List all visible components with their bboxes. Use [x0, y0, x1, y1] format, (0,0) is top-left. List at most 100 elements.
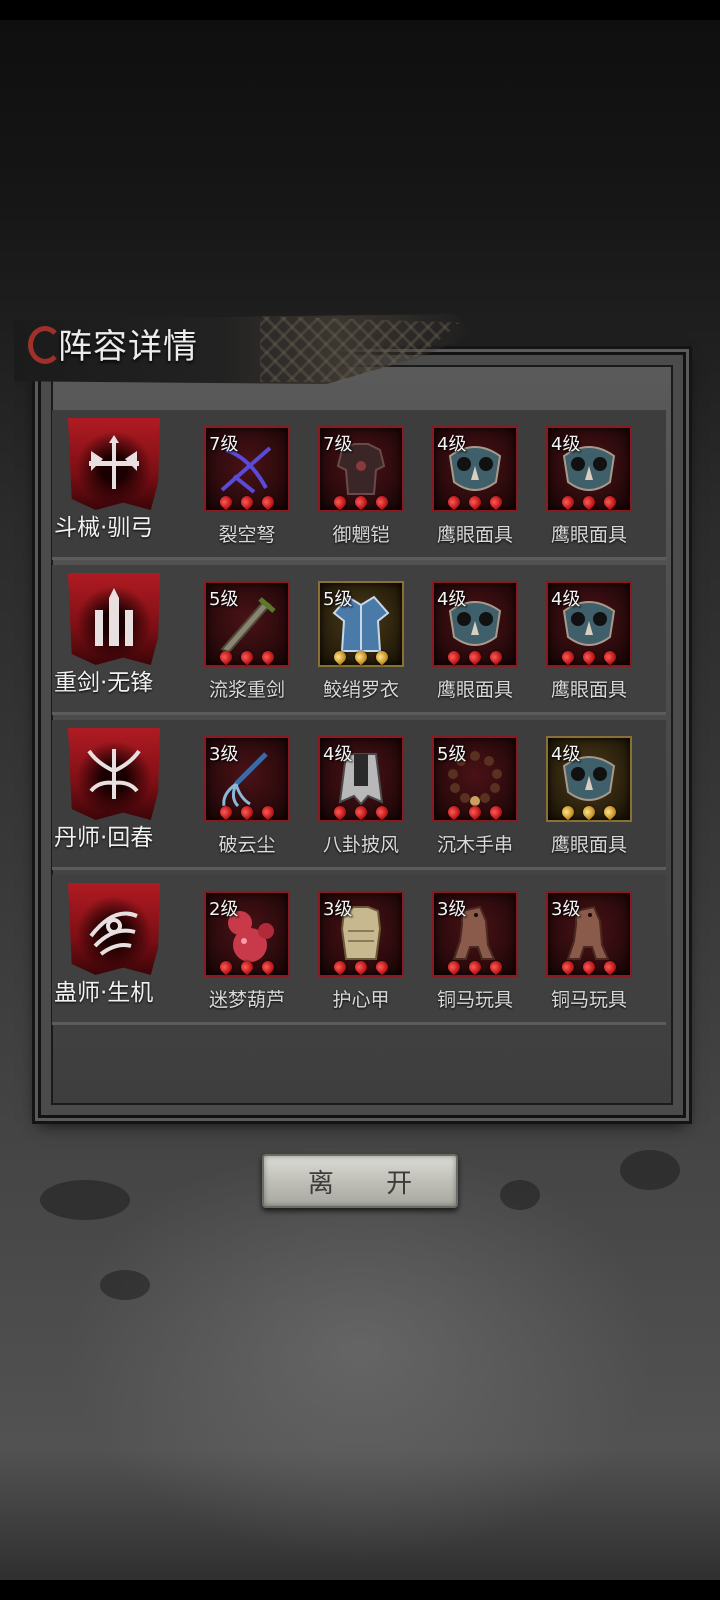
- equipment-slot[interactable]: 3级 铜马玩具: [534, 891, 644, 1017]
- equipment-slot[interactable]: 5级 流浆重剑: [192, 581, 302, 707]
- gem-sockets: [320, 493, 402, 511]
- equipment-level: 2级: [209, 899, 239, 920]
- equipment-name: 迷梦葫芦: [208, 989, 285, 1011]
- equipment-slot[interactable]: 7级 御魍铠: [306, 426, 416, 552]
- gem-sockets: [434, 803, 516, 821]
- gem-sockets: [548, 958, 630, 976]
- navigation-bar: [0, 1580, 720, 1600]
- equipment-icon-frame: 4级: [546, 736, 632, 822]
- equipment-level: 3级: [551, 899, 581, 920]
- equipment-slot[interactable]: 4级 八卦披风: [306, 736, 416, 862]
- equipment-icon-frame: 7级: [318, 426, 404, 512]
- gem-sockets: [548, 493, 630, 511]
- equipment-level: 5级: [437, 744, 467, 765]
- equipment-icon-frame: 4级: [432, 426, 518, 512]
- gem-sockets: [548, 803, 630, 821]
- ink-splatter: [620, 1150, 680, 1190]
- equipment-slot[interactable]: 3级 破云尘: [192, 736, 302, 862]
- roster-list: 斗械·驯弓 7级 裂空弩 7级 御魍铠 4级 鹰眼面具 4级 鹰眼面具 重剑·无…: [52, 410, 666, 1030]
- hero-name: 丹师·回春: [54, 825, 154, 851]
- equipment-icon-frame: 7级: [204, 426, 290, 512]
- equipment-name: 鲛绡罗衣: [322, 679, 399, 701]
- equipment-name: 流浆重剑: [208, 679, 285, 701]
- equipment-name: 鹰眼面具: [550, 834, 627, 856]
- gem-sockets: [320, 803, 402, 821]
- equipment-level: 4级: [437, 589, 467, 610]
- greatsword-emblem-icon: [68, 573, 160, 665]
- equipment-name: 八卦披风: [322, 834, 399, 856]
- roster-row: 蛊师·生机 2级 迷梦葫芦 3级 护心甲 3级 铜马玩具 3级 铜马玩具: [52, 875, 666, 1025]
- equipment-level: 4级: [551, 589, 581, 610]
- equipment-level: 3级: [437, 899, 467, 920]
- ink-splatter: [500, 1180, 540, 1210]
- gem-sockets: [434, 648, 516, 666]
- equipment-icon-frame: 2级: [204, 891, 290, 977]
- roster-row: 重剑·无锋 5级 流浆重剑 5级 鲛绡罗衣 4级 鹰眼面具 4级 鹰眼面具: [52, 565, 666, 715]
- page-title: 阵容详情: [58, 327, 198, 367]
- equipment-icon-frame: 4级: [318, 736, 404, 822]
- equipment-name: 铜马玩具: [550, 989, 627, 1011]
- gem-sockets: [206, 648, 288, 666]
- equipment-name: 铜马玩具: [436, 989, 513, 1011]
- equipment-slot[interactable]: 4级 鹰眼面具: [534, 426, 644, 552]
- equipment-icon-frame: 4级: [546, 426, 632, 512]
- gem-sockets: [206, 958, 288, 976]
- equipment-name: 御魍铠: [332, 524, 390, 546]
- equipment-slot[interactable]: 3级 铜马玩具: [420, 891, 530, 1017]
- gem-sockets: [206, 493, 288, 511]
- equipment-icon-frame: 5级: [204, 581, 290, 667]
- hero-card[interactable]: 蛊师·生机: [52, 875, 172, 1025]
- equipment-slot[interactable]: 2级 迷梦葫芦: [192, 891, 302, 1017]
- equipment-level: 4级: [323, 744, 353, 765]
- equipment-icon-frame: 4级: [432, 581, 518, 667]
- equipment-name: 沉木手串: [436, 834, 513, 856]
- gem-sockets: [320, 648, 402, 666]
- equipment-name: 护心甲: [332, 989, 390, 1011]
- hero-name: 重剑·无锋: [54, 670, 154, 696]
- equipment-icon-frame: 3级: [432, 891, 518, 977]
- gem-sockets: [434, 958, 516, 976]
- equipment-icon-frame: 3级: [204, 736, 290, 822]
- game-screen: 阵容详情 斗械·驯弓 7级 裂空弩 7级 御魍铠 4级 鹰眼面具 4级 鹰眼面具…: [0, 0, 720, 1600]
- equipment-icon-frame: 5级: [318, 581, 404, 667]
- gem-sockets: [434, 493, 516, 511]
- equipment-slot[interactable]: 4级 鹰眼面具: [420, 581, 530, 707]
- equipment-slot[interactable]: 4级 鹰眼面具: [534, 581, 644, 707]
- equipment-slot[interactable]: 4级 鹰眼面具: [420, 426, 530, 552]
- hero-card[interactable]: 重剑·无锋: [52, 565, 172, 715]
- equipment-level: 7级: [209, 434, 239, 455]
- equipment-name: 破云尘: [218, 834, 276, 856]
- equipment-level: 4级: [551, 434, 581, 455]
- equipment-level: 5级: [209, 589, 239, 610]
- equipment-level: 5级: [323, 589, 353, 610]
- hero-name: 蛊师·生机: [54, 980, 154, 1006]
- ink-splatter: [100, 1270, 150, 1300]
- equipment-icon-frame: 4级: [546, 581, 632, 667]
- title-ring-icon: [28, 326, 62, 364]
- equipment-name: 鹰眼面具: [436, 679, 513, 701]
- equipment-level: 3级: [209, 744, 239, 765]
- equipment-slot[interactable]: 5级 鲛绡罗衣: [306, 581, 416, 707]
- equipment-level: 7级: [323, 434, 353, 455]
- equipment-slot[interactable]: 7级 裂空弩: [192, 426, 302, 552]
- hero-card[interactable]: 斗械·驯弓: [52, 410, 172, 560]
- status-bar: [0, 0, 720, 20]
- roster-row: 斗械·驯弓 7级 裂空弩 7级 御魍铠 4级 鹰眼面具 4级 鹰眼面具: [52, 410, 666, 560]
- equipment-level: 4级: [437, 434, 467, 455]
- equipment-name: 鹰眼面具: [550, 679, 627, 701]
- equipment-name: 鹰眼面具: [436, 524, 513, 546]
- hero-name: 斗械·驯弓: [54, 515, 154, 541]
- hero-card[interactable]: 丹师·回春: [52, 720, 172, 870]
- equipment-slot[interactable]: 3级 护心甲: [306, 891, 416, 1017]
- equipment-slot[interactable]: 4级 鹰眼面具: [534, 736, 644, 862]
- gem-sockets: [320, 958, 402, 976]
- gem-sockets: [548, 648, 630, 666]
- roster-row: 丹师·回春 3级 破云尘 4级 八卦披风 5级 沉木手串 4级 鹰眼面具: [52, 720, 666, 870]
- equipment-icon-frame: 5级: [432, 736, 518, 822]
- equipment-slot[interactable]: 5级 沉木手串: [420, 736, 530, 862]
- gem-sockets: [206, 803, 288, 821]
- equipment-level: 3级: [323, 899, 353, 920]
- leave-button[interactable]: 离 开: [262, 1154, 458, 1208]
- equipment-level: 4级: [551, 744, 581, 765]
- ink-splatter: [40, 1180, 130, 1220]
